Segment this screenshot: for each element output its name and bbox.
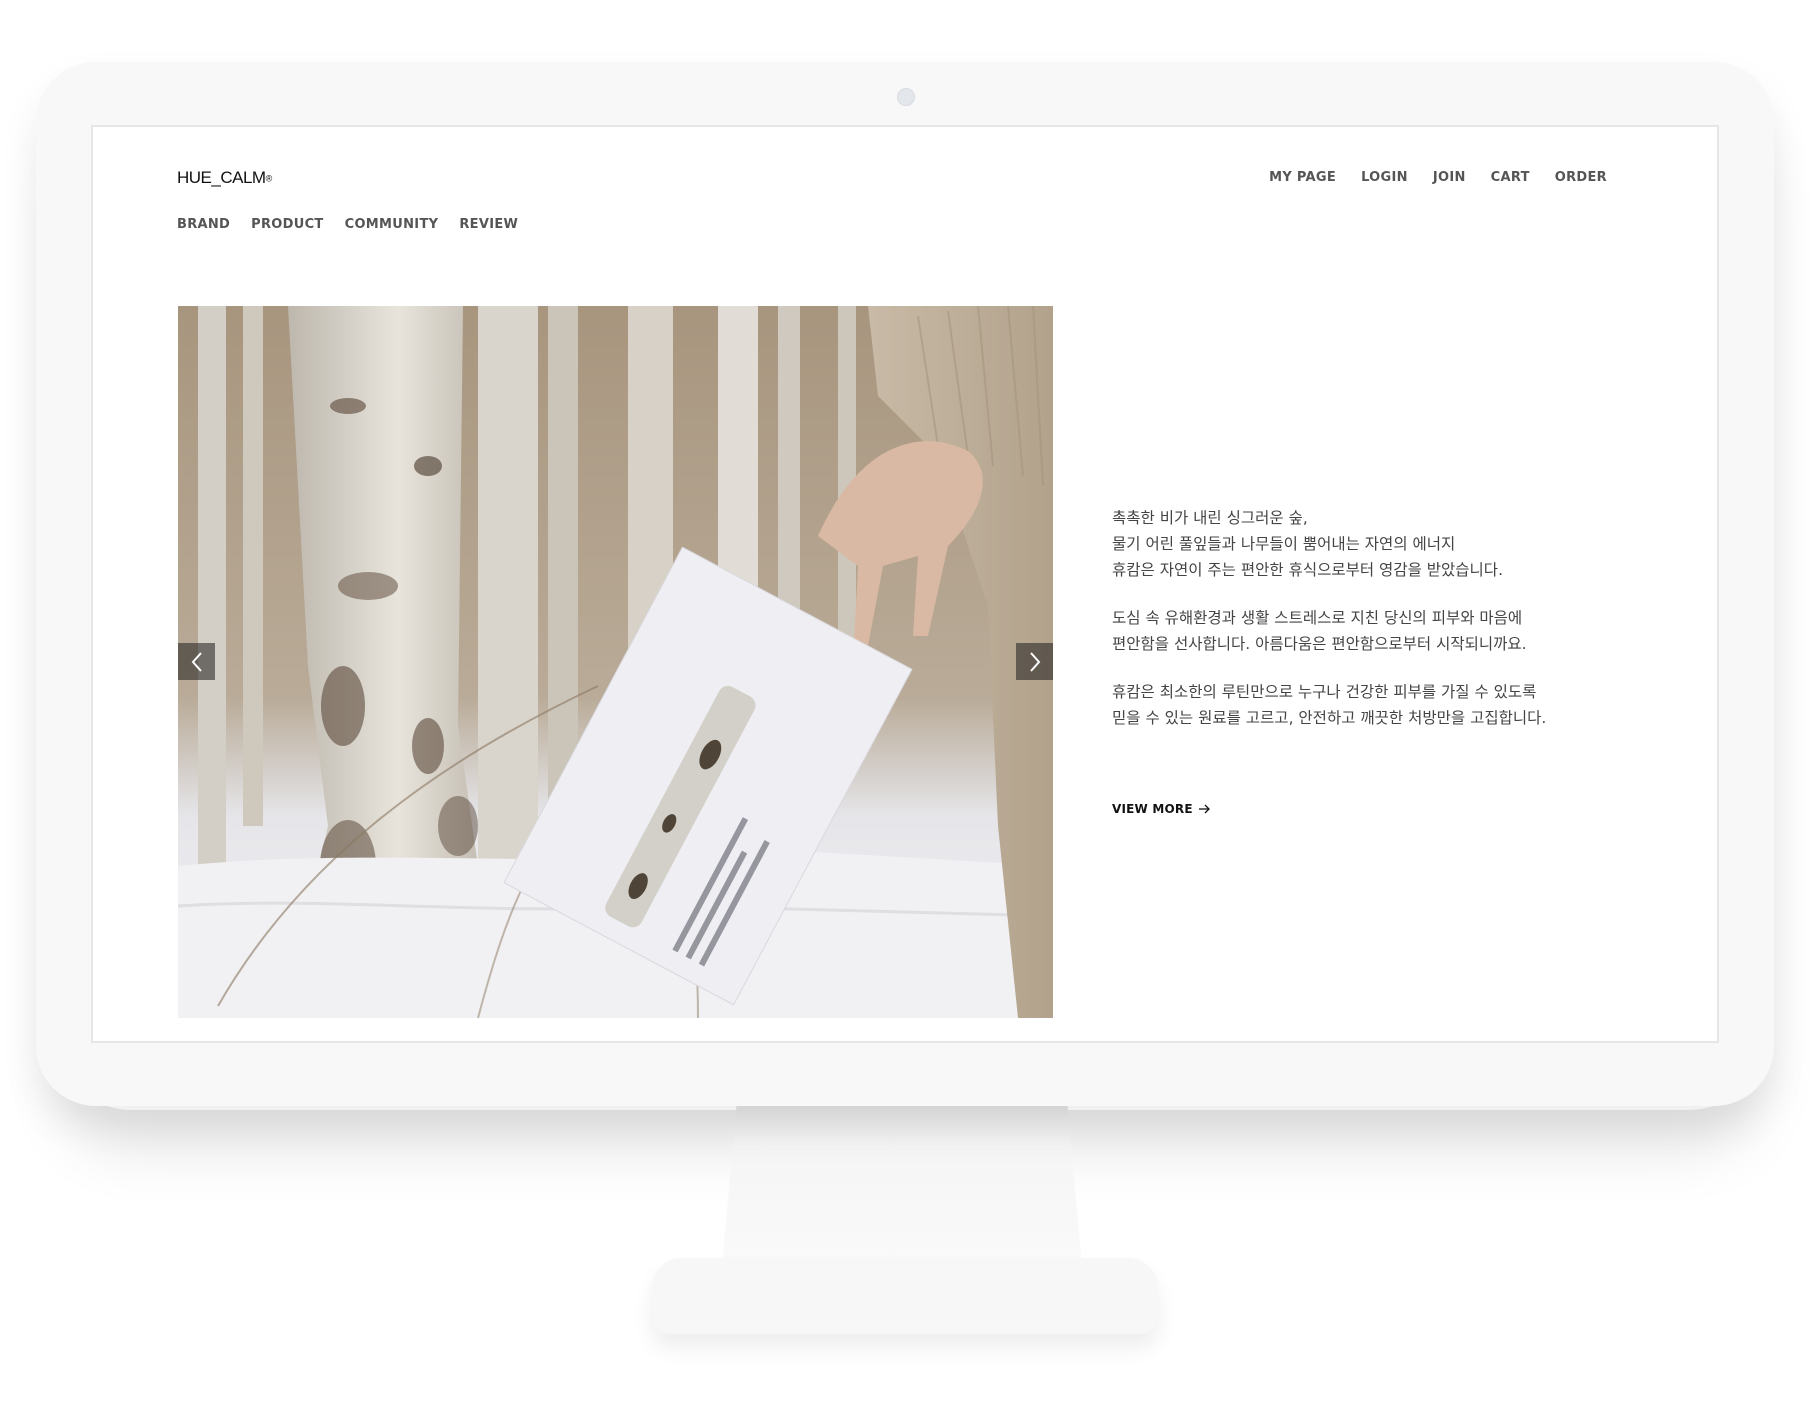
slider-prev-button[interactable] <box>178 643 215 680</box>
nav-brand[interactable]: BRAND <box>177 217 230 232</box>
nav-cart[interactable]: CART <box>1491 170 1530 185</box>
nav-my-page[interactable]: MY PAGE <box>1269 170 1336 185</box>
hero-image <box>178 306 1053 1018</box>
intro-line: 도심 속 유해환경과 생활 스트레스로 지친 당신의 피부와 마음에 <box>1112 609 1523 627</box>
utility-nav: MY PAGE LOGIN JOIN CART ORDER <box>1269 170 1607 185</box>
intro-paragraph: 촉촉한 비가 내린 싱그러운 숲, 물기 어린 풀잎들과 나무들이 뿜어내는 자… <box>1112 505 1672 583</box>
site-logo[interactable]: HUE_CALM® <box>177 168 272 188</box>
intro-line: 휴캄은 최소한의 루틴만으로 누구나 건강한 피부를 가질 수 있도록 <box>1112 683 1537 701</box>
brand-intro-text: 촉촉한 비가 내린 싱그러운 숲, 물기 어린 풀잎들과 나무들이 뿜어내는 자… <box>1112 505 1672 753</box>
intro-line: 믿을 수 있는 원료를 고르고, 안전하고 깨끗한 처방만을 고집합니다. <box>1112 709 1547 727</box>
nav-login[interactable]: LOGIN <box>1361 170 1408 185</box>
logo-text: HUE_CALM <box>177 168 266 187</box>
intro-paragraph: 휴캄은 최소한의 루틴만으로 누구나 건강한 피부를 가질 수 있도록 믿을 수… <box>1112 679 1672 731</box>
intro-line: 촉촉한 비가 내린 싱그러운 숲, <box>1112 509 1308 527</box>
nav-join[interactable]: JOIN <box>1433 170 1466 185</box>
intro-line: 편안함을 선사합니다. 아름다움은 편안함으로부터 시작되니까요. <box>1112 635 1527 653</box>
logo-registered-mark: ® <box>265 173 273 184</box>
website-screen: HUE_CALM® MY PAGE LOGIN JOIN CART ORDER … <box>91 125 1719 1043</box>
main-nav: BRAND PRODUCT COMMUNITY REVIEW <box>177 217 518 232</box>
monitor-base <box>652 1258 1158 1334</box>
nav-review[interactable]: REVIEW <box>459 217 518 232</box>
view-more-label: VIEW MORE <box>1112 802 1193 816</box>
monitor-stand-shadow <box>732 1106 1072 1146</box>
hero-slider[interactable] <box>178 306 1053 1018</box>
chevron-left-icon <box>191 651 202 672</box>
arrow-right-icon <box>1198 804 1210 814</box>
view-more-link[interactable]: VIEW MORE <box>1112 802 1211 816</box>
intro-line: 휴캄은 자연이 주는 편안한 휴식으로부터 영감을 받았습니다. <box>1112 561 1503 579</box>
nav-product[interactable]: PRODUCT <box>251 217 323 232</box>
intro-line: 물기 어린 풀잎들과 나무들이 뿜어내는 자연의 에너지 <box>1112 535 1456 553</box>
nav-order[interactable]: ORDER <box>1555 170 1607 185</box>
slider-next-button[interactable] <box>1016 643 1053 680</box>
chevron-right-icon <box>1029 651 1040 672</box>
camera-dot <box>897 88 915 106</box>
intro-paragraph: 도심 속 유해환경과 생활 스트레스로 지친 당신의 피부와 마음에 편안함을 … <box>1112 605 1672 657</box>
nav-community[interactable]: COMMUNITY <box>345 217 439 232</box>
